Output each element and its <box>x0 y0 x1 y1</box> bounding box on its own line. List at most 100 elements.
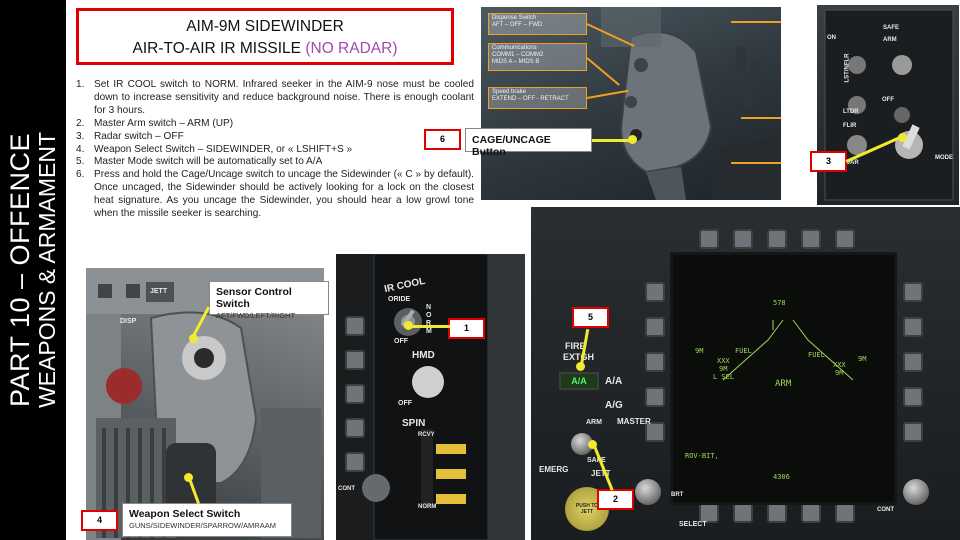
mfd-right-button[interactable] <box>903 422 923 442</box>
mfd-bottom-button[interactable] <box>733 503 753 523</box>
emerg-label: EMERG <box>539 465 569 474</box>
mfd-left-button[interactable] <box>645 352 665 372</box>
banner-line-2: WEAPONS & ARMAMENT <box>34 131 60 409</box>
mfd-right-button[interactable] <box>903 352 923 372</box>
callout-number-2: 2 <box>597 489 634 510</box>
ir-cool-pointer-tip <box>404 321 413 330</box>
step-text: Master Arm switch – ARM (UP) <box>94 117 234 129</box>
mfd-photo: 578 9M FUEL XXX 9M L SEL FUEL 9M XXX 9M … <box>531 207 960 540</box>
mfd-bottom-button[interactable] <box>801 503 821 523</box>
weapon-select-callout: Weapon Select Switch GUNS/SIDEWINDER/SPA… <box>122 503 292 537</box>
mfd-right-button[interactable] <box>903 282 923 302</box>
mfd-left-button[interactable] <box>645 387 665 407</box>
master-label: MASTER <box>617 417 651 426</box>
mfd-right-button[interactable] <box>903 317 923 337</box>
safe-switch-label: SAFE <box>587 457 606 464</box>
throttle-photo: Dispense Switch AFT – OFF – FWD Communic… <box>481 7 781 200</box>
jett-label: JETT <box>150 288 168 295</box>
step-item: 3. Radar switch – OFF <box>76 131 474 144</box>
ir-cool-pointer-line <box>410 325 450 328</box>
master-arm-pointer-tip <box>588 440 597 449</box>
side-button[interactable] <box>345 350 365 370</box>
sensor-control-callout: Sensor Control Switch AFT/FWD/LEFT/RIGHT <box>209 281 329 320</box>
ag-label: A/G <box>605 400 623 411</box>
procedure-steps: 1. Set IR COOL switch to NORM. Infrared s… <box>76 79 474 221</box>
comm-positions-1: COMM1 – COMM2 <box>492 52 544 58</box>
aa-label: A/A <box>605 376 623 387</box>
mfd-9m-right: 9M <box>858 355 867 363</box>
callout-number-1: 1 <box>448 318 485 339</box>
callout-number-5: 5 <box>572 307 609 328</box>
cage-pointer-tip <box>628 135 637 144</box>
mfd-top-value: 578 <box>773 299 786 307</box>
callout-number-6: 6 <box>424 129 461 150</box>
mfd-bottom-button[interactable] <box>767 503 787 523</box>
mfd-top-button[interactable] <box>699 229 719 249</box>
arm-label: ARM <box>883 37 897 43</box>
side-button[interactable] <box>345 418 365 438</box>
title-no-radar-note: (NO RADAR) <box>305 40 398 57</box>
mfd-bit-status: ROV-BIT, <box>685 452 719 460</box>
banner-text: PART 10 – OFFENCE WEAPONS & ARMAMENT <box>5 10 60 530</box>
speedbrake-positions: EXTEND – OFF - RETRACT <box>492 96 569 102</box>
side-button[interactable] <box>345 452 365 472</box>
title-line-1: AIM-9M SIDEWINDER <box>186 18 344 35</box>
mfd-left-button[interactable] <box>645 317 665 337</box>
select-label: SELECT <box>679 521 707 528</box>
mfd-left-button[interactable] <box>645 282 665 302</box>
arm-switch-label: ARM <box>586 419 602 426</box>
weapon-select-title: Weapon Select Switch <box>129 508 241 520</box>
mfd-screen: 578 9M FUEL XXX 9M L SEL FUEL 9M XXX 9M … <box>670 252 897 505</box>
cont-label: CONT <box>338 486 355 492</box>
side-button[interactable] <box>345 384 365 404</box>
mfd-bottom-value: 4306 <box>773 473 790 481</box>
aa-button[interactable]: A/A <box>559 372 599 390</box>
comm-positions-2: MIDS A – MIDS B <box>492 59 540 65</box>
speed-brake-label: Speed brake EXTEND – OFF - RETRACT <box>488 87 587 109</box>
mfd-top-button[interactable] <box>733 229 753 249</box>
ir-cool-panel-photo: IR COOL ORIDE N O R M OFF HMD OFF SPIN R… <box>336 254 525 540</box>
comm-title: Communications <box>492 45 537 51</box>
leader-line <box>741 117 781 119</box>
title-box: AIM-9M SIDEWINDER AIR-TO-AIR IR MISSILE … <box>76 8 454 65</box>
speedbrake-title: Speed brake <box>492 89 527 95</box>
disp-label: DISP <box>120 318 137 325</box>
mfd-bottom-button[interactable] <box>699 503 719 523</box>
dispense-positions: AFT – OFF – FWD <box>492 22 543 28</box>
callout-number-4: 4 <box>81 510 118 531</box>
off-label: OFF <box>394 338 408 345</box>
mfd-top-button[interactable] <box>835 229 855 249</box>
step-number: 3. <box>76 130 85 142</box>
radar-pointer-tip <box>898 133 907 142</box>
cage-uncage-label: CAGE/UNCAGE Button <box>472 134 551 158</box>
mfd-lsel: L SEL <box>713 373 735 381</box>
title-line-2-main: AIR-TO-AIR IR MISSILE <box>132 40 302 57</box>
mfd-right-button[interactable] <box>903 387 923 407</box>
sensor-control-sub: AFT/FWD/LEFT/RIGHT <box>216 311 296 320</box>
mfd-arm: ARM <box>775 379 792 389</box>
norm2-label: NORM <box>418 504 437 510</box>
leader-line <box>731 162 781 164</box>
side-button[interactable] <box>345 316 365 336</box>
off-label: OFF <box>882 97 894 103</box>
title-line-2: AIR-TO-AIR IR MISSILE (NO RADAR) <box>79 38 451 60</box>
mfd-top-button[interactable] <box>767 229 787 249</box>
mfd-fuel-left: FUEL <box>735 347 752 355</box>
ltdr-label: LTDR <box>843 109 859 115</box>
weapon-pointer-tip <box>184 473 193 482</box>
norm-label: N O R M <box>426 304 432 335</box>
brightness-knob[interactable] <box>635 479 661 505</box>
step-text: Set IR COOL switch to NORM. Infrared see… <box>94 79 474 116</box>
safe-label: SAFE <box>883 25 900 31</box>
mfd-9m-right-2: 9M <box>835 369 844 377</box>
step-number: 6. <box>76 169 85 181</box>
mfd-bottom-button[interactable] <box>835 503 855 523</box>
cont-label: CONT <box>877 507 894 513</box>
step-item: 1. Set IR COOL switch to NORM. Infrared s… <box>76 79 474 118</box>
dispense-switch-label: Dispense Switch AFT – OFF – FWD <box>488 13 587 35</box>
contrast-knob[interactable] <box>903 479 929 505</box>
step-item: 4. Weapon Select Switch – SIDEWINDER, or … <box>76 144 474 157</box>
mfd-top-button[interactable] <box>801 229 821 249</box>
step-item: 6. Press and hold the Cage/Uncage switch … <box>76 169 474 221</box>
step-text: Master Mode switch will be automatically… <box>94 156 323 168</box>
